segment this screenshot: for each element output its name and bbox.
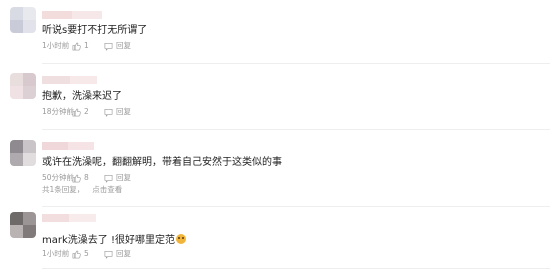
thumbs-up-icon [72,42,81,50]
like-count: 8 [84,173,89,182]
avatar[interactable] [10,7,36,33]
avatar-pixel [23,20,36,33]
comment-text: 听说s要打不打无所谓了 [42,25,148,36]
avatar[interactable] [10,212,36,238]
avatar-pixel [10,153,23,166]
comment-time: 1小时前 [42,41,70,50]
reply-label: 回复 [116,173,131,182]
sub-reply-count: 共1条回复， [42,185,85,194]
reply-button[interactable]: 回复 [104,249,131,259]
divider [42,268,550,269]
avatar-pixel [10,212,23,225]
comment-text: 抱歉，洗澡来迟了 [42,91,122,102]
comment-text: mark洗澡去了 !很好哪里定范 [42,234,186,247]
comment-text-body: mark洗澡去了 !很好哪里定范 [42,235,175,246]
avatar-pixel [10,140,23,153]
divider [42,129,550,130]
comment-bubble-icon [104,174,113,183]
comment-bubble-icon [104,250,113,259]
avatar-pixel [23,212,36,225]
thumbs-up-icon [72,174,81,182]
comment-text: 或许在洗澡呢，翻翻解明，带着自己安然于这类似的事 [42,157,282,168]
like-button[interactable]: 5 [72,249,104,259]
thumbs-up-icon [72,250,81,258]
like-count: 1 [84,41,89,50]
cat-emoji-icon [175,234,186,244]
comment-meta: 1小时前 5 回复 [42,249,131,259]
comment-meta: 1小时前 1 回复 [42,41,131,51]
reply-button[interactable]: 回复 [104,107,131,117]
avatar-pixel [23,140,36,153]
username[interactable] [42,142,94,150]
like-button[interactable]: 8 [72,173,104,183]
reply-button[interactable]: 回复 [104,41,131,51]
avatar-pixel [10,225,23,238]
view-replies-link[interactable]: 点击查看 [92,185,122,194]
username[interactable] [42,11,102,19]
avatar-pixel [10,86,23,99]
comment-meta: 50分钟前 8 回复 [42,173,131,183]
avatar-pixel [10,73,23,86]
avatar[interactable] [10,73,36,99]
comment-bubble-icon [104,108,113,117]
avatar-pixel [23,225,36,238]
thumbs-up-icon [72,108,81,116]
avatar-pixel [23,153,36,166]
avatar-pixel [23,86,36,99]
avatar[interactable] [10,140,36,166]
avatar-pixel [10,20,23,33]
comment-time: 18分钟前 [42,107,75,116]
sub-replies: 共1条回复， 点击查看 [42,185,130,195]
reply-button[interactable]: 回复 [104,173,131,183]
reply-label: 回复 [116,41,131,50]
reply-label: 回复 [116,107,131,116]
like-button[interactable]: 2 [72,107,104,117]
username[interactable] [42,76,97,84]
username[interactable] [42,214,96,222]
divider [42,63,550,64]
comment-time: 50分钟前 [42,173,75,182]
comment-bubble-icon [104,42,113,51]
avatar-pixel [23,73,36,86]
comment-time: 1小时前 [42,249,70,258]
like-button[interactable]: 1 [72,41,104,51]
like-count: 2 [84,107,89,116]
comment-meta: 18分钟前 2 回复 [42,107,131,117]
divider [42,206,550,207]
like-count: 5 [84,249,89,258]
reply-label: 回复 [116,249,131,258]
avatar-pixel [10,7,23,20]
avatar-pixel [23,7,36,20]
